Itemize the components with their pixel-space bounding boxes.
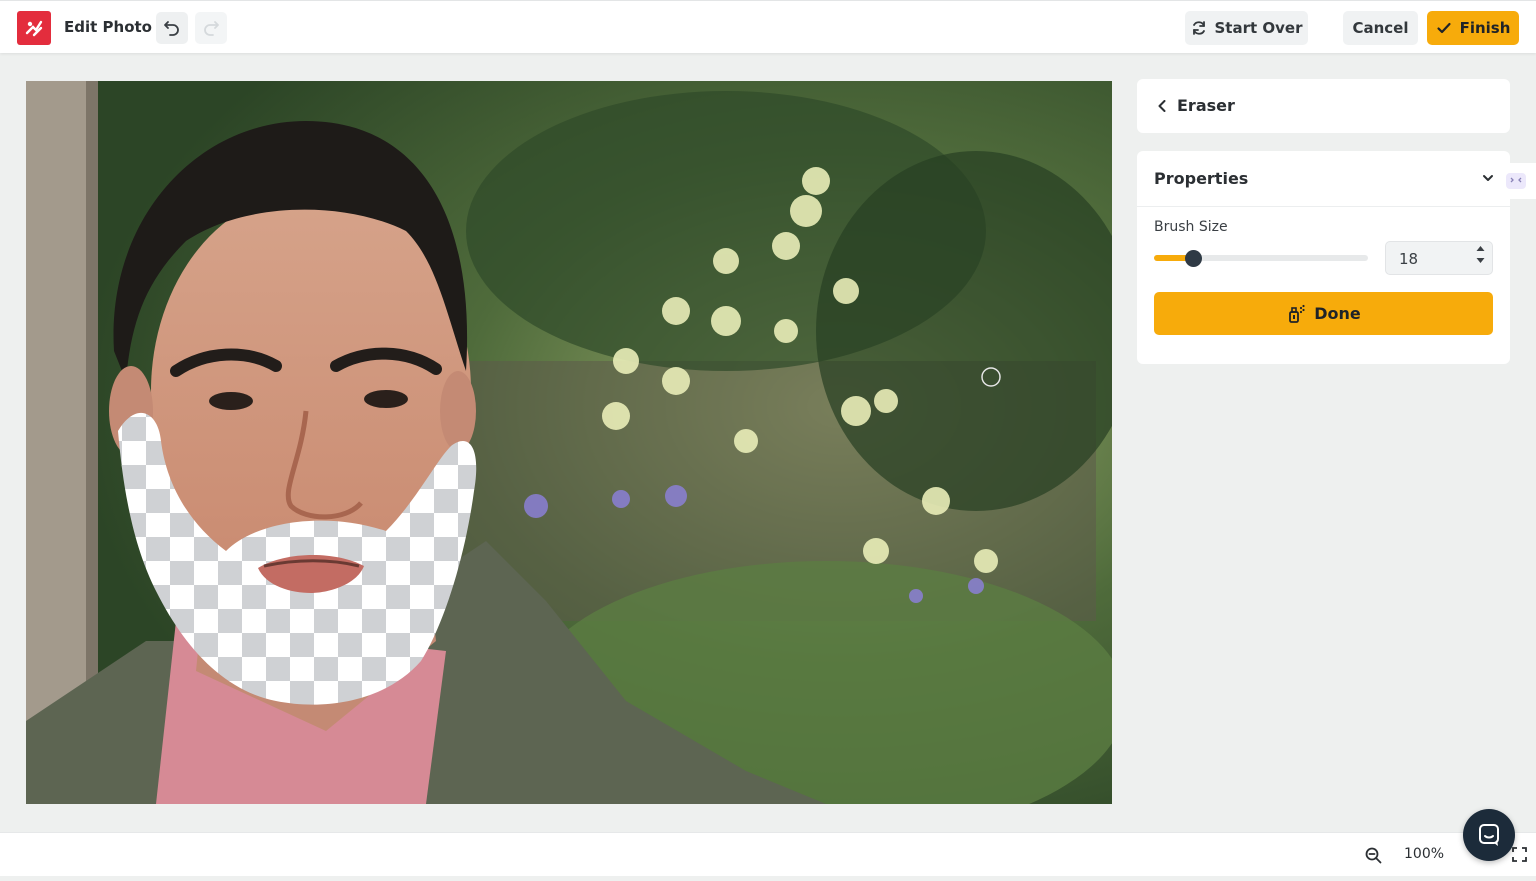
finish-label: Finish	[1459, 19, 1511, 37]
app-logo-icon	[17, 11, 51, 45]
properties-title: Properties	[1154, 169, 1249, 188]
brush-size-stepper[interactable]	[1476, 245, 1485, 264]
widget-face-icon	[1505, 173, 1526, 189]
start-over-label: Start Over	[1214, 19, 1303, 37]
done-button[interactable]: Done	[1154, 292, 1493, 335]
bottom-bar: 100%	[0, 832, 1536, 876]
brush-size-value: 18	[1399, 250, 1419, 268]
eraser-title: Eraser	[1177, 96, 1235, 115]
cancel-label: Cancel	[1352, 19, 1409, 37]
chevron-left-icon[interactable]	[1157, 100, 1167, 112]
cancel-button[interactable]: Cancel	[1343, 11, 1418, 45]
properties-header[interactable]: Properties	[1137, 151, 1510, 207]
top-toolbar: Edit Photo Start Over Cancel Finish	[0, 0, 1536, 53]
redo-button[interactable]	[195, 12, 227, 44]
edited-photo[interactable]	[26, 81, 1112, 804]
brush-size-label: Brush Size	[1154, 219, 1228, 235]
finish-button[interactable]: Finish	[1427, 11, 1519, 45]
app-title: Edit Photo	[64, 18, 152, 36]
eraser-panel-header[interactable]: Eraser	[1137, 79, 1510, 133]
brush-size-input[interactable]: 18	[1385, 241, 1493, 275]
photo-canvas[interactable]	[26, 81, 1112, 804]
chevron-down-icon[interactable]	[1482, 173, 1494, 183]
spin-up-icon[interactable]	[1476, 245, 1485, 252]
check-icon	[1436, 22, 1451, 34]
redo-icon	[204, 21, 219, 36]
done-label: Done	[1314, 304, 1361, 323]
zoom-out-icon[interactable]	[1365, 847, 1382, 864]
fullscreen-icon[interactable]	[1512, 847, 1527, 862]
undo-button[interactable]	[156, 12, 188, 44]
start-over-button[interactable]: Start Over	[1185, 11, 1308, 45]
chat-launcher-button[interactable]	[1463, 809, 1515, 861]
brush-size-slider-thumb[interactable]	[1185, 250, 1202, 267]
undo-icon	[164, 21, 179, 36]
brush-size-slider[interactable]	[1154, 250, 1368, 267]
side-widget-tab[interactable]	[1495, 163, 1536, 199]
refresh-icon	[1192, 21, 1205, 35]
chat-icon	[1479, 824, 1499, 846]
zoom-level: 100%	[1404, 846, 1445, 862]
spin-down-icon[interactable]	[1476, 257, 1485, 264]
properties-panel: Properties Brush Size 18 Done	[1137, 151, 1510, 364]
spray-bottle-icon	[1289, 304, 1305, 323]
